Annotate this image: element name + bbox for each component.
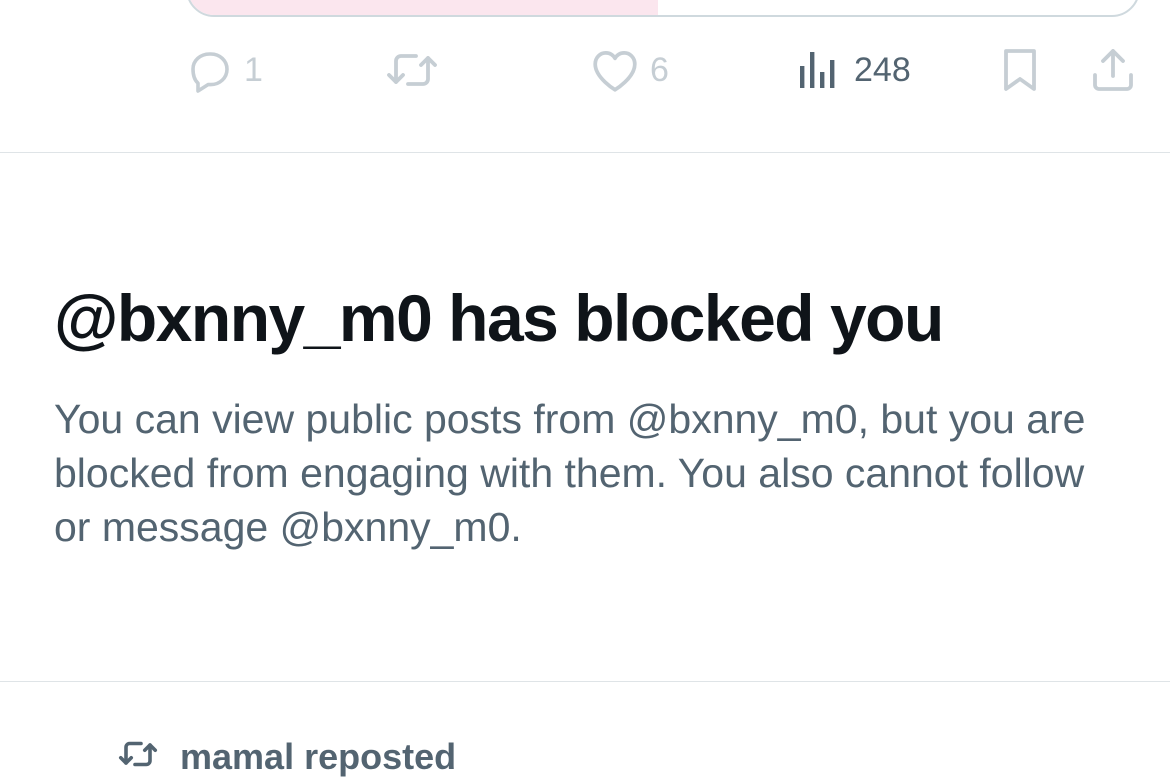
- repost-icon: [386, 46, 438, 94]
- like-icon: [590, 47, 640, 93]
- share-button[interactable]: [1090, 40, 1136, 100]
- repost-small-icon: [118, 736, 158, 777]
- reply-count: 1: [244, 51, 263, 89]
- divider: [0, 681, 1170, 682]
- divider: [0, 152, 1170, 153]
- reply-button[interactable]: 1: [186, 40, 263, 100]
- like-button[interactable]: 6: [590, 40, 669, 100]
- repost-button[interactable]: [386, 40, 438, 100]
- tweet-action-bar: 1 6 248: [0, 40, 1170, 100]
- bookmark-icon: [998, 46, 1042, 94]
- views-button[interactable]: 248: [796, 40, 911, 100]
- repost-label: mamal reposted: [180, 735, 457, 777]
- blocked-notice: @bxnny_m0 has blocked you You can view p…: [54, 280, 1134, 554]
- like-count: 6: [650, 51, 669, 89]
- bookmark-button[interactable]: [998, 40, 1042, 100]
- views-icon: [796, 48, 838, 92]
- media-image: [188, 0, 658, 15]
- media-card[interactable]: [186, 0, 1140, 17]
- blocked-description: You can view public posts from @bxnny_m0…: [54, 396, 1086, 550]
- blocked-title: @bxnny_m0 has blocked you: [54, 281, 944, 355]
- reply-icon: [186, 46, 234, 94]
- repost-indicator[interactable]: mamal reposted: [118, 736, 456, 777]
- views-count: 248: [854, 51, 911, 89]
- share-icon: [1090, 46, 1136, 94]
